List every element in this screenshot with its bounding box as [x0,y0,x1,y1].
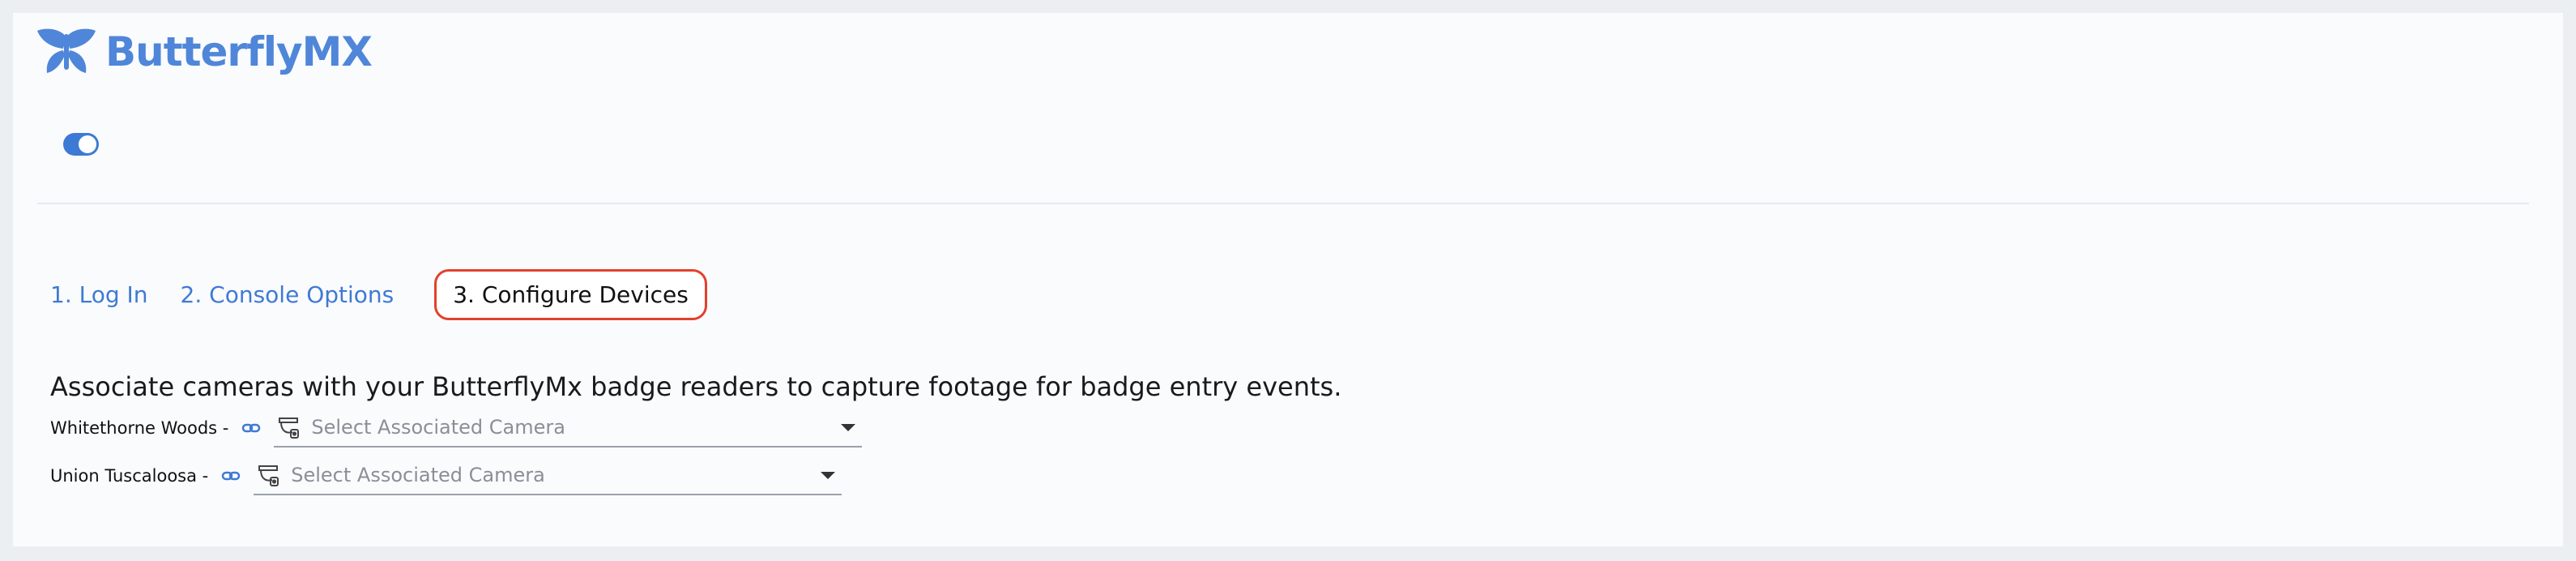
stepper: 1. Log In 2. Console Options 3. Configur… [37,268,707,321]
camera-select[interactable]: Select Associated Camera [254,456,842,495]
step-log-in[interactable]: 1. Log In [37,272,164,318]
step-console-options[interactable]: 2. Console Options [164,272,411,318]
device-label: Union Tuscaloosa - [50,466,209,486]
chevron-down-icon[interactable] [821,472,836,479]
camera-select-placeholder: Select Associated Camera [311,416,565,439]
toggle-knob [79,135,96,153]
chevron-down-icon[interactable] [841,424,856,431]
camera-select-placeholder: Select Associated Camera [291,464,545,486]
logo: ButterflyMX [36,26,373,78]
intro-text: Associate cameras with your ButterflyMx … [50,371,1342,402]
link-icon [221,469,241,482]
toggle-switch[interactable] [63,133,99,156]
device-label: Whitethorne Woods - [50,418,229,438]
device-row-whitethorne: Whitethorne Woods - Select Associated Ca… [50,409,863,448]
link-icon [241,422,261,435]
camera-select[interactable]: Select Associated Camera [274,409,863,448]
camera-icon [277,415,300,439]
device-row-union: Union Tuscaloosa - Select Associated Cam… [50,456,842,495]
logo-text: ButterflyMX [105,28,373,75]
camera-icon [257,463,279,487]
butterfly-icon [37,28,96,73]
step-configure-devices[interactable]: 3. Configure Devices [434,268,707,320]
divider [37,203,2529,204]
